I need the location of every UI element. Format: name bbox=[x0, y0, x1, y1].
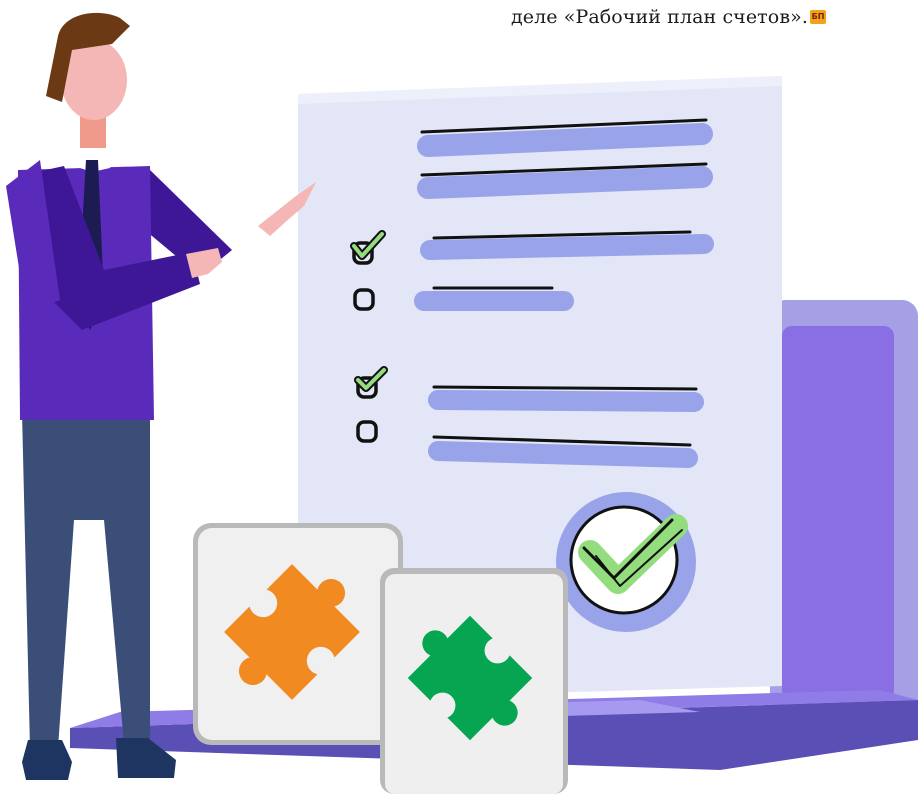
puzzle-tile-green bbox=[380, 568, 568, 794]
checklist-illustration bbox=[6, 12, 918, 794]
approval-check-icon bbox=[556, 492, 696, 632]
puzzle-tile-orange bbox=[193, 523, 403, 745]
